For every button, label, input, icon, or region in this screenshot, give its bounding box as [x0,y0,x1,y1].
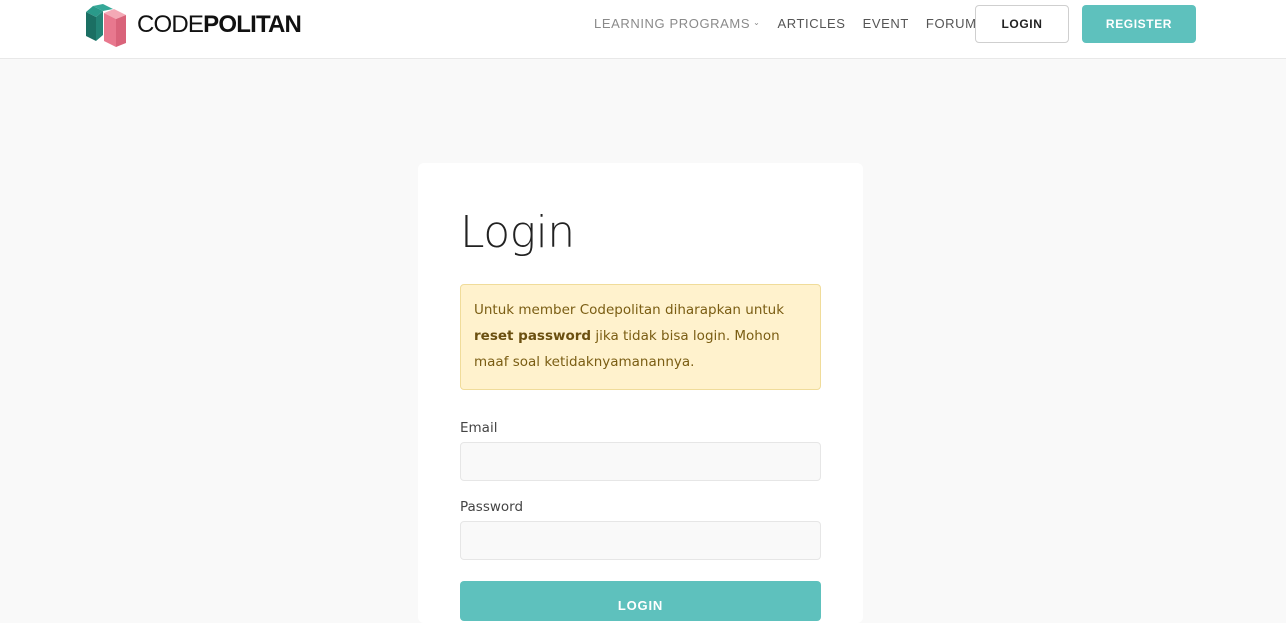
top-navbar: CODEPOLITAN LEARNING PROGRAMS ⌄ ARTICLES… [0,0,1286,59]
chevron-down-icon: ⌄ [753,18,761,27]
nav-learning-programs[interactable]: LEARNING PROGRAMS ⌄ [594,16,760,31]
header-login-button[interactable]: LOGIN [975,5,1069,43]
login-card: Login Untuk member Codepolitan diharapka… [418,163,863,623]
header-register-button[interactable]: REGISTER [1082,5,1196,43]
brand-logo[interactable]: CODEPOLITAN [86,3,302,47]
logo-wordmark-code: CODE [137,11,204,38]
login-submit-button[interactable]: LOGIN [460,581,821,621]
nav-forum[interactable]: FORUM [926,16,977,31]
nav-event[interactable]: EVENT [863,16,909,31]
reset-password-alert: Untuk member Codepolitan diharapkan untu… [460,284,821,390]
logo-wordmark: CODEPOLITAN [137,11,302,39]
email-field[interactable] [460,442,821,481]
password-label: Password [460,499,524,515]
nav-articles[interactable]: ARTICLES [777,16,845,31]
email-label: Email [460,420,498,436]
alert-text-before: Untuk member Codepolitan diharapkan untu… [474,302,785,318]
codepolitan-logo-icon [86,4,126,47]
login-title: Login [460,207,575,258]
logo-wordmark-politan: POLITAN [203,11,302,38]
main-nav: LEARNING PROGRAMS ⌄ ARTICLES EVENT FORUM [594,16,994,31]
nav-learning-programs-label: LEARNING PROGRAMS [594,16,751,31]
alert-text-bold: reset password [474,328,592,344]
password-field[interactable] [460,521,821,560]
